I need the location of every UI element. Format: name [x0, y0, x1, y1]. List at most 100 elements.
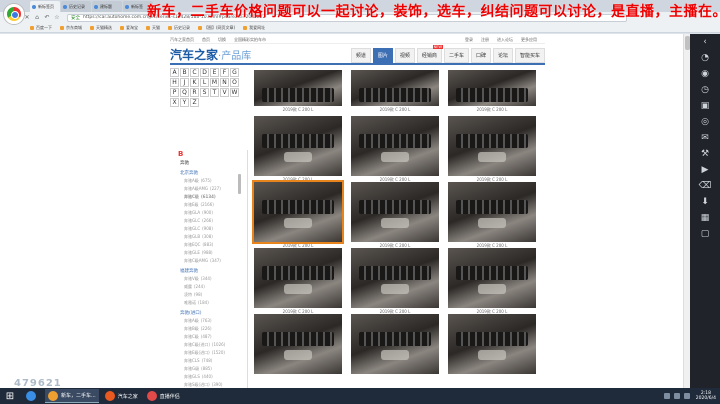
series-item[interactable]: 奔驰E级 (2166) — [182, 202, 247, 208]
bookmark-item[interactable]: 【图】(网页文章) — [198, 25, 235, 31]
browser-tab[interactable]: 建标题 — [92, 1, 122, 12]
letter-filter[interactable]: C — [190, 68, 199, 77]
letter-filter[interactable]: O — [230, 78, 239, 87]
series-item[interactable]: 奔驰V级 (344) — [182, 276, 247, 282]
nav-tab[interactable]: 智能买车 — [514, 48, 545, 63]
car-photo[interactable] — [448, 116, 536, 176]
photo-card[interactable] — [254, 314, 342, 382]
letter-filter[interactable]: R — [190, 88, 199, 97]
bookmark-item[interactable]: 天猫 — [146, 25, 160, 31]
download-icon[interactable]: ⬇ — [690, 194, 720, 210]
series-item[interactable]: 奔驰GLA (900) — [182, 210, 247, 216]
car-photo[interactable] — [254, 70, 342, 106]
clock-icon[interactable]: ◷ — [690, 82, 720, 98]
brand-name[interactable]: 奔驰 — [180, 160, 247, 166]
photo-card[interactable] — [351, 314, 439, 382]
photo-card[interactable]: 2019款 C 200 L — [252, 180, 344, 250]
bookmark-item[interactable]: 京东商城 — [60, 25, 82, 31]
series-item[interactable]: 奔驰EQC (883) — [182, 242, 247, 248]
car-photo[interactable] — [448, 182, 536, 242]
site-top-right-link[interactable]: 登录 — [465, 37, 473, 43]
car-photo[interactable] — [448, 70, 536, 106]
bell-icon[interactable]: ◉ — [690, 66, 720, 82]
site-top-link[interactable]: 全国精彩实拍车市 — [234, 37, 266, 43]
letter-filter[interactable]: D — [200, 68, 209, 77]
collapse-icon[interactable]: ‹ — [690, 34, 720, 50]
brand-group[interactable]: 福建奔驰 — [180, 268, 247, 274]
nav-tab[interactable]: 图片 — [372, 48, 393, 63]
trash-icon[interactable]: ⌫ — [690, 178, 720, 194]
letter-filter[interactable]: H — [170, 78, 179, 87]
nav-tab[interactable]: 频道 — [350, 48, 371, 63]
letter-filter[interactable]: A — [170, 68, 179, 77]
photo-card[interactable]: 2019款 C 200 L — [351, 248, 439, 316]
car-photo[interactable] — [448, 314, 536, 374]
photo-card[interactable]: 2019款 C 200 L — [254, 248, 342, 316]
series-item[interactable]: 奔驰A级 (763) — [182, 318, 247, 324]
user-icon[interactable]: ◎ — [690, 114, 720, 130]
volume-icon[interactable] — [673, 393, 680, 399]
letter-filter[interactable]: X — [170, 98, 179, 107]
letter-filter[interactable]: T — [210, 88, 219, 97]
car-photo[interactable] — [254, 314, 342, 374]
shield-icon[interactable]: ◔ — [690, 50, 720, 66]
series-item[interactable]: 奔驰E级(进口) (1520) — [182, 350, 247, 356]
mail-icon[interactable]: ✉ — [690, 130, 720, 146]
letter-filter[interactable]: L — [200, 78, 209, 87]
ime-icon[interactable] — [683, 393, 690, 399]
series-item[interactable]: 奔驰GLC (908) — [182, 226, 247, 232]
undo-icon[interactable]: ↶ — [43, 14, 51, 22]
series-item[interactable]: 奔驰GLB (308) — [182, 234, 247, 240]
series-item[interactable]: 威霆 (244) — [182, 284, 247, 290]
letter-filter[interactable]: G — [230, 68, 239, 77]
play-icon[interactable]: ▶ — [690, 162, 720, 178]
taskbar-item[interactable]: 新车，二手车... — [45, 389, 99, 403]
site-logo[interactable]: 汽车之家·产品库 — [170, 46, 251, 63]
close-icon[interactable]: ✕ — [23, 14, 31, 22]
site-top-right-link[interactable]: 进入论坛 — [497, 37, 513, 43]
brand-group[interactable]: 北京奔驰 — [180, 170, 247, 176]
series-item[interactable]: 奔驰G级 (885) — [182, 366, 247, 372]
series-item[interactable]: 唯雅诺 (184) — [182, 300, 247, 306]
site-top-right-link[interactable]: 更多应用 — [521, 37, 537, 43]
car-photo[interactable] — [254, 248, 342, 308]
letter-filter[interactable]: V — [220, 88, 229, 97]
nav-tab[interactable]: 口碑 — [470, 48, 491, 63]
window-icon[interactable]: ▢ — [690, 226, 720, 242]
nav-tab[interactable]: 二手车 — [443, 48, 469, 63]
car-photo[interactable] — [448, 248, 536, 308]
taskbar-item[interactable]: 汽车之家 — [102, 389, 141, 403]
car-photo[interactable] — [351, 182, 439, 242]
photo-card[interactable]: 2019款 C 200 L — [448, 182, 536, 250]
photo-caption[interactable]: 2019款 C 200 L — [351, 107, 439, 113]
network-icon[interactable] — [663, 393, 670, 399]
site-top-link[interactable]: 汽车之家首页 — [170, 37, 194, 43]
bookmark-item[interactable]: 百度一下 — [30, 25, 52, 31]
bookmark-item[interactable]: 历史记录 — [168, 25, 190, 31]
site-top-right-link[interactable]: 注册 — [481, 37, 489, 43]
car-photo[interactable] — [351, 116, 439, 176]
photo-card[interactable]: 2019款 C 200 L — [254, 116, 342, 184]
car-photo[interactable] — [252, 180, 344, 244]
photo-card[interactable]: 2019款 C 200 L — [351, 182, 439, 250]
series-item[interactable]: 奔驰GLS (440) — [182, 374, 247, 380]
car-photo[interactable] — [351, 70, 439, 106]
tool-icon[interactable]: ⚒ — [690, 146, 720, 162]
letter-filter[interactable]: B — [180, 68, 189, 77]
bookmark-item[interactable]: 天猫精选 — [90, 25, 112, 31]
letter-filter[interactable]: J — [180, 78, 189, 87]
taskbar-item[interactable]: 直播伴侣 — [144, 389, 183, 403]
star-icon[interactable]: ☆ — [53, 14, 61, 22]
page-scrollbar[interactable] — [683, 34, 690, 388]
letter-filter[interactable]: Q — [180, 88, 189, 97]
letter-filter[interactable]: Z — [190, 98, 199, 107]
home-icon[interactable]: ⌂ — [33, 14, 41, 22]
series-item[interactable]: 凌特 (98) — [182, 292, 247, 298]
bookmark-item[interactable]: 爱淘宝 — [120, 25, 138, 31]
series-item[interactable]: 奔驰GLE (988) — [182, 250, 247, 256]
clock[interactable]: 2:18 2020/6/4 — [696, 391, 716, 401]
series-item[interactable]: 奔驰C级(进口) (1026) — [182, 342, 247, 348]
series-item[interactable]: 奔驰B级 (226) — [182, 326, 247, 332]
car-photo[interactable] — [351, 314, 439, 374]
letter-filter[interactable]: F — [220, 68, 229, 77]
